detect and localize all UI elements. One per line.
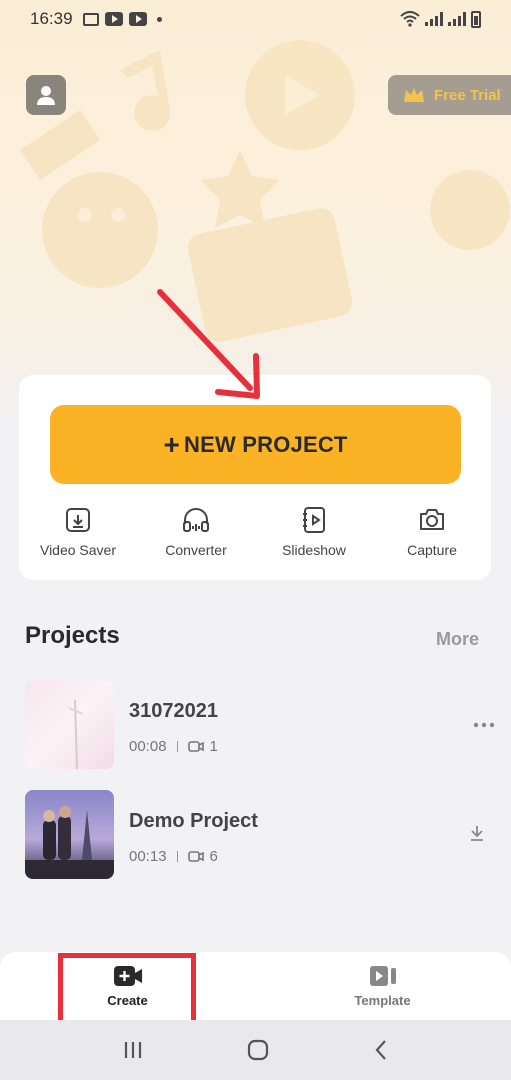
header-background	[0, 0, 511, 420]
project-meta: 00:08 1	[129, 738, 218, 755]
project-clip-count: 6	[209, 848, 218, 865]
converter-button[interactable]: Converter	[137, 506, 255, 558]
video-saver-button[interactable]: Video Saver	[19, 506, 137, 558]
tool-label: Converter	[165, 542, 227, 558]
projects-heading: Projects	[25, 622, 120, 649]
profile-button[interactable]	[26, 75, 66, 115]
signal-icon	[448, 12, 466, 26]
signal-icon	[425, 12, 443, 26]
wifi-icon	[400, 11, 420, 27]
youtube-notification-icon	[104, 12, 123, 26]
more-options-icon[interactable]	[473, 716, 495, 734]
project-duration: 00:13	[129, 848, 167, 865]
project-clip-count: 1	[209, 738, 218, 755]
capture-button[interactable]: Capture	[373, 506, 491, 558]
tool-label: Capture	[407, 542, 457, 558]
tab-template-label: Template	[354, 993, 411, 1008]
system-status-icons	[400, 10, 481, 28]
status-time: 16:39	[30, 9, 73, 28]
slideshow-button[interactable]: Slideshow	[255, 506, 373, 558]
user-icon	[37, 86, 55, 105]
tool-label: Video Saver	[39, 542, 116, 558]
project-item[interactable]: 31072021 00:08 1	[25, 680, 495, 770]
tools-row: Video Saver Converter Slideshow Capture	[19, 506, 491, 558]
battery-icon	[471, 10, 481, 28]
project-duration: 00:08	[129, 738, 167, 755]
more-projects-link[interactable]: More	[436, 629, 479, 650]
new-project-label: NEW PROJECT	[184, 431, 348, 457]
tool-label: Slideshow	[282, 542, 346, 558]
youtube-notification-icon	[128, 12, 147, 26]
project-name: 31072021	[129, 700, 218, 722]
slideshow-icon	[303, 507, 325, 533]
clip-count-icon	[187, 741, 204, 752]
project-meta: 00:13 6	[129, 848, 218, 865]
home-icon[interactable]	[247, 1039, 269, 1061]
project-thumbnail	[25, 790, 114, 879]
more-notifications-icon	[156, 16, 162, 22]
free-trial-label: Free Trial	[434, 86, 501, 104]
free-trial-button[interactable]: Free Trial	[388, 75, 511, 115]
create-tab-highlight-annotation	[58, 953, 196, 1028]
download-icon[interactable]	[469, 824, 485, 847]
project-item[interactable]: Demo Project 00:13 6	[25, 790, 495, 880]
headphones-icon	[183, 508, 209, 532]
new-project-button[interactable]: + NEW PROJECT	[50, 405, 461, 484]
project-thumbnail	[25, 680, 114, 769]
system-navigation-bar	[0, 1020, 511, 1080]
project-name: Demo Project	[129, 810, 258, 832]
clip-count-icon	[187, 851, 204, 862]
notification-icons	[82, 12, 162, 26]
meta-divider	[176, 741, 178, 752]
decorative-pattern	[20, 40, 510, 342]
download-box-icon	[66, 508, 90, 532]
meta-divider	[176, 851, 178, 862]
back-icon[interactable]	[373, 1039, 389, 1061]
plus-icon: +	[163, 428, 180, 460]
camera-icon	[420, 509, 444, 530]
gallery-notification-icon	[82, 12, 99, 26]
tab-template[interactable]: Template	[255, 952, 510, 1020]
template-icon	[369, 966, 396, 986]
crown-icon	[404, 88, 424, 102]
status-bar: 16:39	[0, 0, 511, 38]
recent-apps-icon[interactable]	[122, 1040, 144, 1060]
